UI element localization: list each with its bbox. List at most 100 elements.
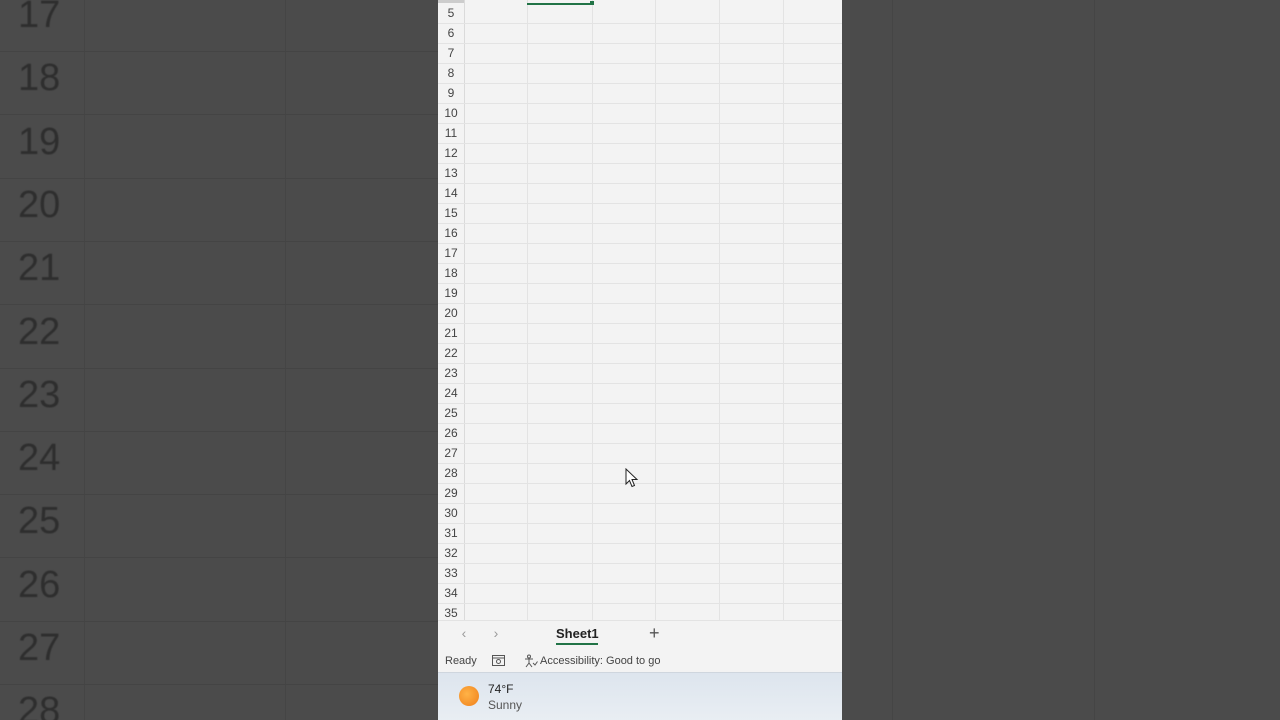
column-divider: [655, 0, 656, 620]
bg-row: 21: [0, 241, 438, 306]
row-number[interactable]: 19: [438, 283, 464, 303]
grid-row[interactable]: 24: [438, 383, 842, 404]
row-number[interactable]: 24: [438, 383, 464, 403]
grid-row[interactable]: 5: [438, 3, 842, 24]
bg-row: 18: [0, 51, 438, 116]
row-number[interactable]: 32: [438, 543, 464, 563]
row-number[interactable]: 14: [438, 183, 464, 203]
row-number[interactable]: 11: [438, 123, 464, 143]
grid-row[interactable]: 33: [438, 563, 842, 584]
weather-temperature[interactable]: 74°F: [488, 682, 513, 696]
row-number[interactable]: 10: [438, 103, 464, 123]
bg-row: 20: [0, 178, 438, 242]
fill-handle[interactable]: [590, 1, 594, 5]
row-number[interactable]: 9: [438, 83, 464, 103]
row-number[interactable]: 21: [438, 323, 464, 343]
row-number[interactable]: 7: [438, 43, 464, 63]
bg-row: 22: [0, 305, 438, 369]
row-number[interactable]: 17: [438, 243, 464, 263]
row-number[interactable]: 22: [438, 343, 464, 363]
active-tab-indicator: [556, 643, 598, 645]
bg-row: 19: [0, 115, 438, 179]
weather-condition[interactable]: Sunny: [488, 698, 522, 712]
row-number[interactable]: 8: [438, 63, 464, 83]
grid-row[interactable]: 17: [438, 243, 842, 264]
grid-row[interactable]: 21: [438, 323, 842, 344]
bg-row: 26: [0, 558, 438, 622]
bg-row: 28: [0, 684, 438, 720]
row-number[interactable]: 30: [438, 503, 464, 523]
grid-row[interactable]: 7: [438, 43, 842, 64]
status-bar: Ready Accessibility: Good to go: [438, 650, 842, 672]
grid-row[interactable]: 29: [438, 483, 842, 504]
grid-row[interactable]: 30: [438, 503, 842, 524]
bg-row-number: 27: [18, 627, 61, 669]
grid-row[interactable]: 16: [438, 223, 842, 244]
row-number[interactable]: 20: [438, 303, 464, 323]
bg-row-number: 21: [18, 247, 61, 290]
grid-row[interactable]: 20: [438, 303, 842, 324]
bg-row-number: 19: [18, 120, 61, 163]
grid-row[interactable]: 34: [438, 583, 842, 604]
row-number[interactable]: 16: [438, 223, 464, 243]
tab-sheet1[interactable]: Sheet1: [550, 624, 605, 644]
row-number[interactable]: 6: [438, 23, 464, 43]
row-number[interactable]: 26: [438, 423, 464, 443]
grid-row[interactable]: 15: [438, 203, 842, 224]
bg-row-number: 18: [18, 57, 61, 100]
chevron-left-icon[interactable]: ‹: [456, 625, 472, 641]
grid-row[interactable]: 11: [438, 123, 842, 144]
mouse-cursor-icon: [625, 468, 639, 488]
grid-row[interactable]: 12: [438, 143, 842, 164]
chevron-right-icon[interactable]: ›: [488, 625, 504, 641]
row-number[interactable]: 34: [438, 583, 464, 603]
bg-row-number: 23: [18, 373, 61, 416]
row-number[interactable]: 28: [438, 463, 464, 483]
bg-row: 23: [0, 368, 438, 432]
spreadsheet-grid[interactable]: 5 6 7 8 9 10 11 12 13 14 15 16 17 18 19 20 21 22 23 24 25 26 2…: [438, 0, 842, 624]
row-number[interactable]: 31: [438, 523, 464, 543]
row-number[interactable]: 13: [438, 163, 464, 183]
grid-row[interactable]: 8: [438, 63, 842, 84]
accessibility-status[interactable]: Accessibility: Good to go: [540, 655, 660, 667]
grid-row[interactable]: 13: [438, 163, 842, 184]
macro-recorder-icon[interactable]: [492, 655, 505, 666]
row-number[interactable]: 27: [438, 443, 464, 463]
bg-row: 27: [0, 621, 438, 685]
add-sheet-button[interactable]: +: [649, 623, 660, 644]
selected-cell[interactable]: [527, 0, 592, 5]
grid-row[interactable]: 19: [438, 283, 842, 304]
bg-row-number: 25: [18, 500, 61, 543]
grid-row[interactable]: 32: [438, 543, 842, 564]
grid-row[interactable]: 9: [438, 83, 842, 104]
grid-row[interactable]: 27: [438, 443, 842, 464]
column-divider: [592, 0, 593, 620]
background-right: [842, 0, 1280, 720]
sun-icon[interactable]: [459, 686, 479, 706]
accessibility-icon[interactable]: [524, 654, 538, 668]
row-number[interactable]: 25: [438, 403, 464, 423]
row-number[interactable]: 5: [438, 3, 464, 23]
grid-row[interactable]: 28: [438, 463, 842, 484]
row-number[interactable]: 29: [438, 483, 464, 503]
excel-window: 5 6 7 8 9 10 11 12 13 14 15 16 17 18 19 20 21 22 23 24 25 26 2…: [438, 0, 842, 720]
grid-row[interactable]: 26: [438, 423, 842, 444]
taskbar: 74°F Sunny: [438, 672, 842, 720]
background-left: 17 18 19 20 21 22 23 24 25 26 27 28: [0, 0, 438, 720]
bg-row: 24: [0, 431, 438, 496]
grid-row[interactable]: 23: [438, 363, 842, 384]
grid-row[interactable]: 18: [438, 263, 842, 284]
grid-row[interactable]: 10: [438, 103, 842, 124]
row-number[interactable]: 15: [438, 203, 464, 223]
column-divider: [783, 0, 784, 620]
bg-row-number: 28: [18, 690, 61, 720]
row-number[interactable]: 23: [438, 363, 464, 383]
row-number[interactable]: 33: [438, 563, 464, 583]
grid-row[interactable]: 25: [438, 403, 842, 424]
row-number[interactable]: 18: [438, 263, 464, 283]
grid-row[interactable]: 14: [438, 183, 842, 204]
row-number[interactable]: 12: [438, 143, 464, 163]
grid-row[interactable]: 22: [438, 343, 842, 364]
grid-row[interactable]: 6: [438, 23, 842, 44]
grid-row[interactable]: 31: [438, 523, 842, 544]
